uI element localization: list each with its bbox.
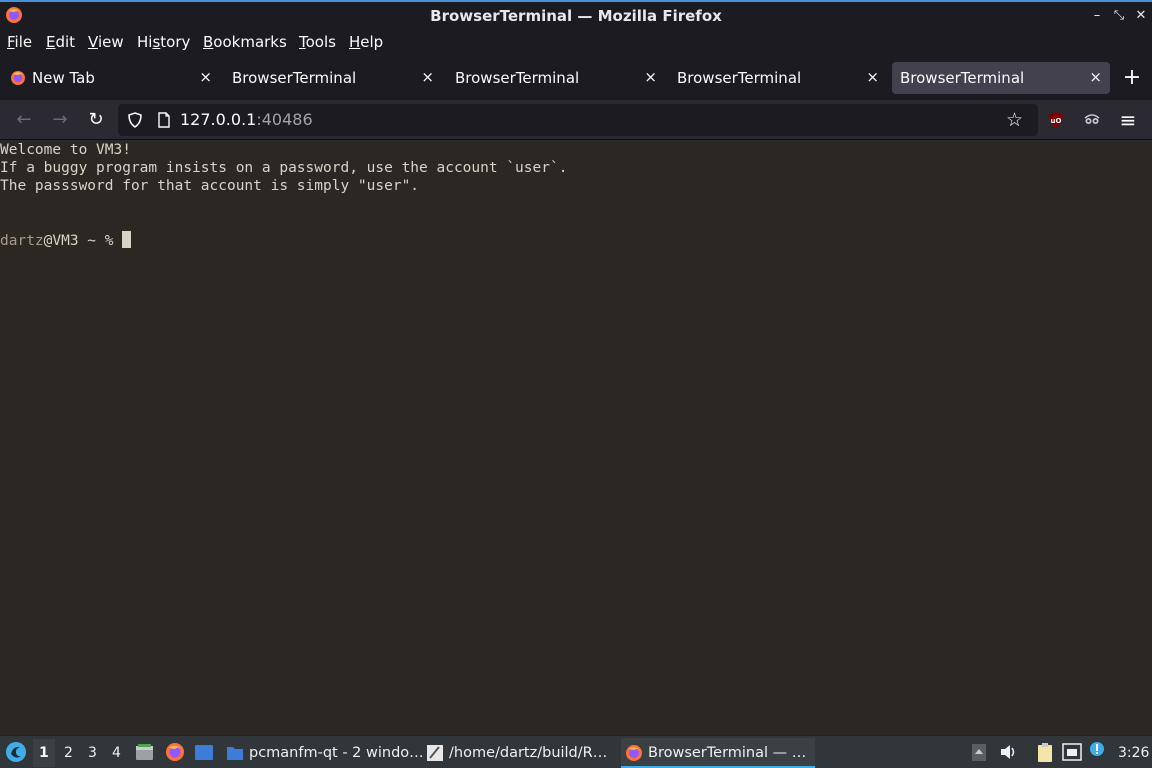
task-pcmanfm[interactable]: pcmanfm-qt - 2 windo… — [222, 738, 424, 768]
svg-text:uO: uO — [1051, 117, 1062, 125]
tab-close-button[interactable]: × — [421, 68, 434, 86]
url-bar[interactable]: 127.0.0.1:40486 ☆ — [118, 104, 1038, 136]
menu-tools[interactable]: Tools — [299, 33, 336, 51]
tab-label: BrowserTerminal — [900, 69, 1025, 87]
prompt-username: dartz — [0, 233, 44, 249]
menu-history[interactable]: History — [137, 33, 190, 51]
menu-file[interactable]: File — [7, 33, 32, 51]
terminal-prompt[interactable]: dartz@VM3 ~ % — [0, 231, 132, 250]
forward-button[interactable]: → — [48, 108, 72, 132]
start-menu-icon[interactable] — [5, 741, 27, 763]
page-icon[interactable] — [156, 112, 172, 128]
tab-close-button[interactable]: × — [1089, 68, 1102, 86]
close-window-button[interactable]: ✕ — [1130, 5, 1152, 27]
file-manager-launcher-icon[interactable] — [135, 743, 154, 762]
tab-label: BrowserTerminal — [455, 69, 580, 87]
privacy-extension-icon[interactable] — [1083, 111, 1101, 129]
tab-strip: New Tab × BrowserTerminal × BrowserTermi… — [0, 56, 1152, 100]
back-button[interactable]: ← — [12, 108, 36, 132]
menu-help[interactable]: Help — [349, 33, 383, 51]
firefox-icon — [11, 71, 25, 85]
desktop-1[interactable]: 1 — [39, 745, 49, 761]
terminal-line: The passsword for that account is simply… — [0, 178, 420, 194]
firefox-launcher-icon[interactable] — [165, 742, 185, 762]
task-label: BrowserTerminal — … — [648, 745, 807, 761]
firefox-icon — [626, 745, 642, 761]
clipboard-icon[interactable] — [1035, 742, 1055, 763]
tab-browserterminal[interactable]: BrowserTerminal × — [447, 62, 665, 94]
terminal-line: Welcome to VM3! — [0, 142, 131, 158]
menu-edit[interactable]: Edit — [46, 33, 75, 51]
task-label: pcmanfm-qt - 2 windo… — [249, 745, 424, 761]
clock[interactable]: 3:26 — [1118, 745, 1149, 761]
tab-label: New Tab — [32, 69, 95, 87]
folder-icon — [227, 747, 243, 760]
network-icon[interactable] — [1062, 743, 1082, 761]
task-label: /home/dartz/build/R… — [449, 745, 608, 761]
window-title: BrowserTerminal — Mozilla Firefox — [430, 7, 722, 25]
task-text-editor[interactable]: /home/dartz/build/R… — [422, 738, 618, 768]
terminal-view[interactable]: Welcome to VM3! If a buggy program insis… — [0, 141, 1152, 735]
notification-icon[interactable] — [1089, 741, 1105, 757]
reload-button[interactable]: ↻ — [84, 108, 108, 132]
ublock-origin-icon[interactable]: uO — [1047, 111, 1065, 129]
terminal-line: If a buggy program insists on a password… — [0, 160, 568, 176]
bookmark-star-icon[interactable]: ☆ — [1006, 109, 1023, 131]
navigation-toolbar: ← → ↻ 127.0.0.1:40486 ☆ uO ≡ — [0, 100, 1152, 140]
tab-close-button[interactable]: × — [644, 68, 657, 86]
tab-new-tab[interactable]: New Tab × — [2, 62, 220, 94]
tab-browserterminal-active[interactable]: BrowserTerminal × — [892, 62, 1110, 94]
tab-browserterminal[interactable]: BrowserTerminal × — [224, 62, 442, 94]
menu-bookmarks[interactable]: Bookmarks — [203, 33, 287, 51]
new-tab-button[interactable]: + — [1121, 67, 1143, 89]
desktop-3[interactable]: 3 — [88, 745, 97, 761]
app-menu-button[interactable]: ≡ — [1116, 108, 1140, 132]
tab-browserterminal[interactable]: BrowserTerminal × — [669, 62, 887, 94]
desktop-2[interactable]: 2 — [64, 745, 73, 761]
text-editor-icon — [427, 745, 443, 761]
volume-icon[interactable] — [999, 743, 1019, 761]
tab-close-button[interactable]: × — [199, 68, 212, 86]
terminal-cursor — [122, 231, 132, 248]
minimize-button[interactable]: – — [1086, 5, 1108, 27]
shield-icon[interactable] — [127, 112, 143, 128]
tab-close-button[interactable]: × — [866, 68, 879, 86]
prompt-host: @VM3 ~ % — [43, 233, 123, 249]
tab-label: BrowserTerminal — [232, 69, 357, 87]
show-desktop-icon[interactable] — [194, 743, 214, 762]
scroll-up-indicator-icon[interactable] — [971, 743, 987, 762]
window-titlebar[interactable]: BrowserTerminal — Mozilla Firefox – ⤡ ✕ — [0, 0, 1152, 30]
desktop-4[interactable]: 4 — [112, 745, 121, 761]
menu-view[interactable]: View — [88, 33, 124, 51]
url-text[interactable]: 127.0.0.1:40486 — [180, 110, 313, 129]
task-browserterminal-firefox[interactable]: BrowserTerminal — … — [621, 738, 815, 768]
menubar: File Edit View History Bookmarks Tools H… — [0, 30, 1152, 56]
taskbar: 1 2 3 4 pcmanfm-qt - 2 windo… /home/dart… — [0, 735, 1152, 768]
tab-label: BrowserTerminal — [677, 69, 802, 87]
maximize-button[interactable]: ⤡ — [1108, 5, 1130, 27]
